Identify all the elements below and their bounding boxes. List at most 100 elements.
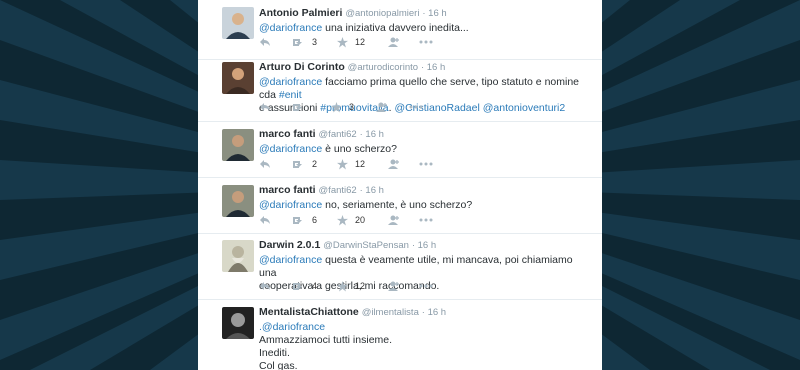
author-name[interactable]: marco fanti (259, 184, 316, 196)
tweet-text: @dariofrance è uno scherzo? (259, 143, 589, 156)
favorite-count: 12 (355, 159, 366, 169)
favorite-count: 3 (349, 102, 355, 112)
author-name[interactable]: Darwin 2.0.1 (259, 239, 320, 251)
tweet-timestamp[interactable]: · 16 h (421, 62, 445, 73)
retweet-button[interactable] (291, 100, 312, 114)
follow-button[interactable] (387, 279, 400, 293)
star-icon (337, 280, 348, 291)
retweet-button[interactable]: 2 (291, 157, 317, 171)
avatar[interactable] (222, 240, 254, 272)
favorite-button[interactable]: 12 (337, 157, 365, 171)
author-handle[interactable]: @fanti62 (319, 129, 357, 140)
follow-button[interactable] (375, 100, 388, 114)
tweet-header: marco fanti @fanti62 · 16 h (259, 128, 589, 141)
avatar[interactable] (222, 7, 254, 39)
tweet-text-segment: è uno scherzo? (322, 143, 397, 155)
retweet-button[interactable]: 4 (291, 279, 317, 293)
retweet-icon (293, 283, 302, 290)
tweet[interactable]: marco fanti @fanti62 · 16 h @dariofrance… (198, 178, 602, 234)
reply-icon (260, 282, 270, 290)
reply-icon (260, 160, 270, 168)
retweet-icon (293, 161, 302, 168)
reply-icon (260, 38, 270, 46)
author-name[interactable]: Arturo Di Corinto (259, 61, 345, 73)
retweet-button[interactable]: 3 (291, 35, 317, 49)
mention-link[interactable]: @dariofrance (259, 76, 322, 88)
retweet-count: 3 (312, 37, 318, 47)
author-name[interactable]: MentalistaChiattone (259, 306, 359, 318)
tweet-header: Darwin 2.0.1 @DarwinStaPensan · 16 h (259, 239, 589, 252)
tweet-text: @dariofrance una iniziativa davvero ined… (259, 22, 589, 35)
star-icon (337, 36, 348, 47)
reply-icon (260, 216, 270, 224)
retweet-count: 4 (312, 281, 318, 291)
favorite-button[interactable]: 12 (337, 35, 365, 49)
author-handle[interactable]: @fanti62 (319, 185, 357, 196)
tweet[interactable]: Darwin 2.0.1 @DarwinStaPensan · 16 h @da… (198, 234, 602, 300)
reply-button[interactable] (259, 157, 271, 171)
author-handle[interactable]: @antoniopalmieri (345, 8, 419, 19)
tweet[interactable]: marco fanti @fanti62 · 16 h @dariofrance… (198, 122, 602, 178)
avatar[interactable] (222, 129, 254, 161)
retweet-icon (293, 217, 302, 224)
tweet-timestamp[interactable]: · 16 h (360, 129, 384, 140)
tweet-timestamp[interactable]: · 16 h (360, 185, 384, 196)
more-dots-icon (409, 105, 423, 109)
mention-link[interactable]: @dariofrance (259, 22, 322, 34)
mention-link[interactable]: @antonioventuri2 (483, 102, 565, 114)
follow-user-icon (388, 281, 399, 291)
star-icon (337, 214, 348, 225)
follow-user-icon (388, 159, 399, 169)
favorite-button[interactable]: 12 (337, 279, 365, 293)
reply-button[interactable] (259, 279, 271, 293)
tweet-text-segment: Ammazziamoci tutti insieme. (259, 334, 393, 346)
follow-button[interactable] (387, 157, 400, 171)
more-options-button[interactable] (419, 279, 433, 293)
follow-button[interactable] (387, 213, 400, 227)
more-options-button[interactable] (419, 157, 433, 171)
retweet-icon (293, 104, 302, 111)
follow-user-icon (376, 102, 387, 112)
more-dots-icon (419, 162, 433, 166)
tweet[interactable]: Antonio Palmieri @antoniopalmieri · 16 h… (198, 0, 602, 60)
follow-button[interactable] (387, 35, 400, 49)
tweet-timestamp[interactable]: · 16 h (412, 240, 436, 251)
more-options-button[interactable] (419, 35, 433, 49)
retweet-count: 2 (312, 159, 318, 169)
favorite-count: 12 (355, 37, 366, 47)
tweet-timestamp[interactable]: · 16 h (422, 8, 446, 19)
tweet-text-segment: no, seriamente, è uno scherzo? (322, 199, 473, 211)
avatar[interactable] (222, 307, 254, 339)
tweet-timestamp[interactable]: · 16 h (422, 307, 446, 318)
mention-link[interactable]: @dariofrance (259, 143, 322, 155)
mention-link[interactable]: @dariofrance (259, 199, 322, 211)
author-name[interactable]: Antonio Palmieri (259, 7, 342, 19)
tweet-header: MentalistaChiattone @ilmentalista · 16 h (259, 306, 589, 319)
tweet-text-segment: una iniziativa davvero inedita... (322, 22, 469, 34)
tweet-text: .@dariofrance Ammazziamoci tutti insieme… (259, 321, 589, 370)
reply-button[interactable] (259, 100, 271, 114)
tweet[interactable]: MentalistaChiattone @ilmentalista · 16 h… (198, 300, 602, 370)
author-handle[interactable]: @DarwinStaPensan (323, 240, 409, 251)
mention-link[interactable]: @dariofrance (262, 321, 325, 333)
mention-link[interactable]: @dariofrance (259, 254, 322, 266)
author-handle[interactable]: @arturodicorinto (348, 62, 418, 73)
reply-button[interactable] (259, 213, 271, 227)
tweet[interactable]: Arturo Di Corinto @arturodicorinto · 16 … (198, 60, 602, 122)
tweet-timeline: Antonio Palmieri @antoniopalmieri · 16 h… (198, 0, 602, 370)
tweet-header: Arturo Di Corinto @arturodicorinto · 16 … (259, 61, 589, 74)
favorite-count: 20 (355, 215, 366, 225)
more-options-button[interactable] (409, 100, 423, 114)
more-options-button[interactable] (419, 213, 433, 227)
star-icon (331, 101, 342, 112)
reply-button[interactable] (259, 35, 271, 49)
favorite-button[interactable]: 3 (331, 100, 354, 114)
favorite-button[interactable]: 20 (337, 213, 365, 227)
author-handle[interactable]: @ilmentalista (362, 307, 419, 318)
more-dots-icon (419, 284, 433, 288)
follow-user-icon (388, 215, 399, 225)
avatar[interactable] (222, 62, 254, 94)
retweet-button[interactable]: 6 (291, 213, 317, 227)
avatar[interactable] (222, 185, 254, 217)
author-name[interactable]: marco fanti (259, 128, 316, 140)
